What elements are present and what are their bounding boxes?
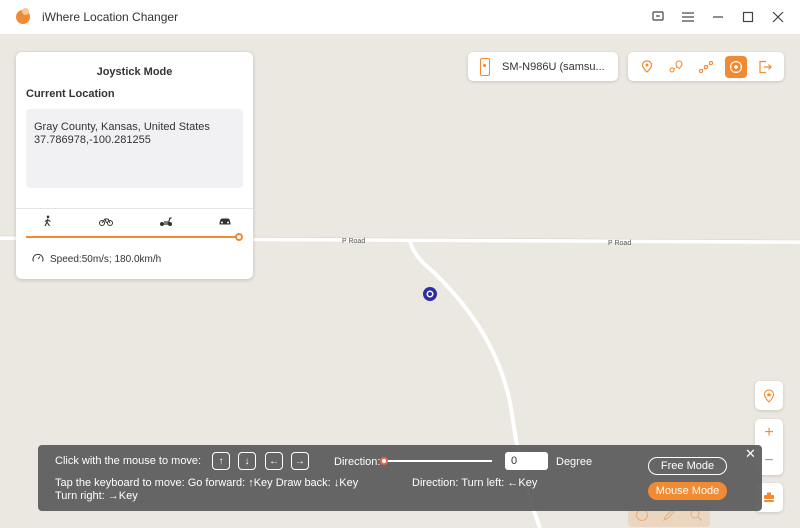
arrow-left-button[interactable]: ← bbox=[265, 452, 283, 470]
speedometer-icon bbox=[32, 253, 44, 266]
movement-control-panel: Click with the mouse to move: ↑ ↓ ← → Di… bbox=[38, 445, 762, 511]
location-box: Gray County, Kansas, United States 37.78… bbox=[26, 109, 243, 188]
multi-stop-icon[interactable] bbox=[695, 56, 717, 78]
free-mode-button[interactable]: Free Mode bbox=[648, 457, 727, 475]
joystick-panel: Joystick Mode Current Location Gray Coun… bbox=[16, 52, 253, 279]
favorite-location-button[interactable] bbox=[755, 381, 783, 410]
scooter-icon[interactable] bbox=[159, 215, 173, 230]
road-label: P Road bbox=[608, 240, 631, 247]
bike-icon[interactable] bbox=[99, 215, 114, 230]
feedback-icon[interactable] bbox=[646, 7, 670, 27]
move-mode-icons bbox=[42, 215, 232, 230]
address-text: Gray County, Kansas, United States bbox=[34, 121, 210, 133]
direction-label: Direction: bbox=[334, 456, 381, 468]
coordinates-text: 37.786978,-100.281255 bbox=[34, 134, 151, 146]
title-bar: iWhere Location Changer bbox=[0, 0, 800, 34]
direction-slider-handle[interactable] bbox=[380, 457, 388, 465]
walk-icon[interactable] bbox=[42, 215, 54, 230]
arrow-up-button[interactable]: ↑ bbox=[212, 452, 230, 470]
window-controls bbox=[646, 7, 790, 27]
star-pin-icon bbox=[763, 388, 775, 403]
one-stop-icon[interactable] bbox=[665, 56, 687, 78]
car-icon[interactable] bbox=[218, 215, 232, 230]
panel-title: Joystick Mode bbox=[96, 66, 173, 78]
road-label: P Road bbox=[342, 238, 365, 245]
phone-icon bbox=[480, 57, 490, 76]
mouse-move-label: Click with the mouse to move: bbox=[55, 455, 202, 467]
map-tool-icon bbox=[764, 492, 774, 502]
degree-label: Degree bbox=[556, 456, 593, 468]
keyboard-turn-right: Turn right: →Key bbox=[55, 490, 138, 502]
speed-text: Speed:50m/s; 180.0km/h bbox=[50, 254, 162, 265]
arrow-right-button[interactable]: → bbox=[291, 452, 309, 470]
mouse-mode-button[interactable]: Mouse Mode bbox=[648, 482, 727, 500]
direction-slider-track[interactable] bbox=[384, 460, 492, 462]
speed-slider-handle[interactable] bbox=[235, 233, 243, 241]
mode-toolbar bbox=[628, 52, 784, 81]
minimize-icon[interactable] bbox=[706, 7, 730, 27]
exit-icon[interactable] bbox=[754, 56, 776, 78]
joystick-icon[interactable] bbox=[724, 55, 747, 78]
zoom-in-button[interactable]: + bbox=[755, 419, 783, 447]
app-logo-icon bbox=[16, 8, 30, 24]
direction-degree-input[interactable] bbox=[505, 452, 548, 470]
device-selector[interactable]: SM-N986U (samsu... bbox=[468, 52, 618, 81]
speed-slider-track[interactable] bbox=[26, 236, 240, 238]
location-marker-icon bbox=[423, 287, 437, 301]
current-location-heading: Current Location bbox=[26, 88, 115, 100]
arrow-down-button[interactable]: ↓ bbox=[238, 452, 256, 470]
teleport-icon[interactable] bbox=[636, 56, 658, 78]
close-panel-icon[interactable]: ✕ bbox=[745, 446, 756, 462]
divider bbox=[16, 208, 253, 209]
keyboard-instructions: Tap the keyboard to move: Go forward: ↑K… bbox=[55, 477, 359, 489]
keyboard-turn-left: Direction: Turn left: ←Key bbox=[412, 477, 538, 489]
menu-icon[interactable] bbox=[676, 7, 700, 27]
app-title: iWhere Location Changer bbox=[42, 10, 179, 24]
speed-readout: Speed:50m/s; 180.0km/h bbox=[32, 253, 161, 266]
close-icon[interactable] bbox=[766, 7, 790, 27]
device-name: SM-N986U (samsu... bbox=[502, 60, 605, 73]
maximize-icon[interactable] bbox=[736, 7, 760, 27]
